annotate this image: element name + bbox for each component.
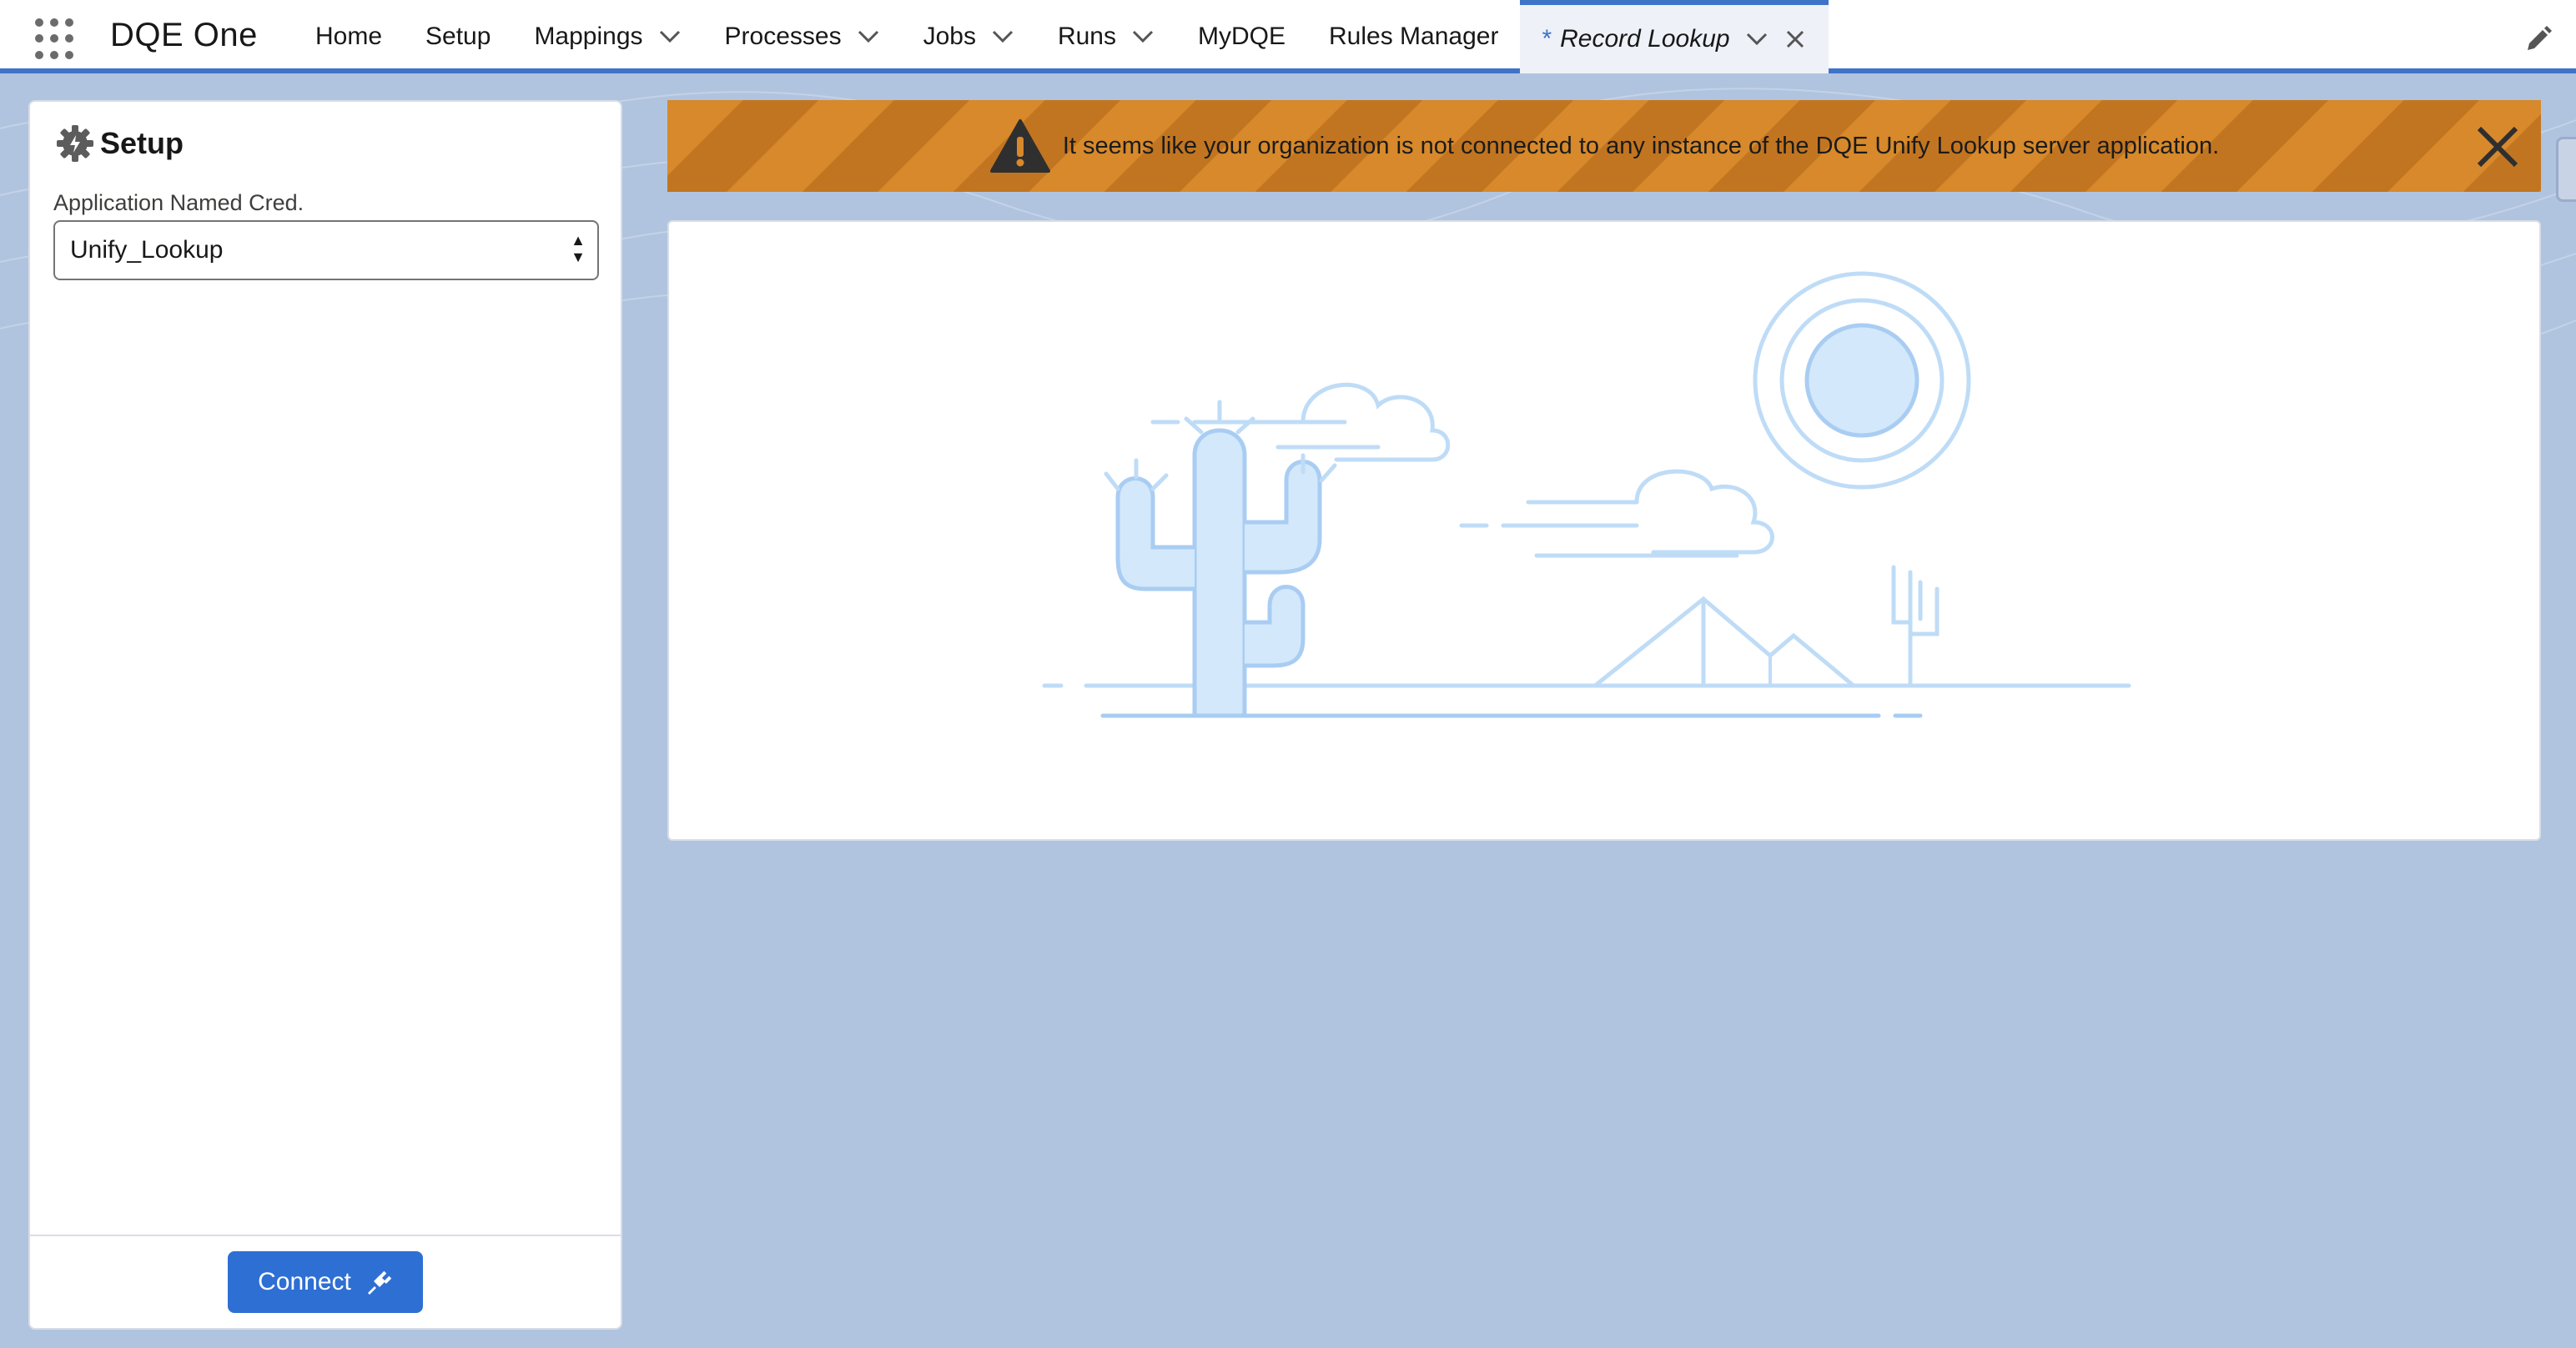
tab-label: Setup: [425, 23, 491, 50]
panel-footer: Connect: [30, 1235, 621, 1328]
tab-rules-manager[interactable]: Rules Manager: [1307, 0, 1520, 73]
desert-illustration: [1042, 271, 2131, 718]
tab-label: Record Lookup: [1560, 25, 1730, 53]
pencil-icon[interactable]: [2524, 25, 2553, 53]
connect-button-label: Connect: [258, 1268, 351, 1295]
tab-label: Runs: [1057, 23, 1116, 50]
tab-jobs[interactable]: Jobs: [902, 0, 1036, 73]
tab-mappings[interactable]: Mappings: [512, 0, 702, 73]
tab-record-lookup[interactable]: * Record Lookup: [1520, 0, 1829, 73]
select-arrows-icon: ▲ ▼: [571, 232, 586, 265]
tab-processes[interactable]: Processes: [703, 0, 902, 73]
chevron-down-icon[interactable]: [857, 25, 880, 48]
chevron-down-icon[interactable]: [1131, 25, 1155, 48]
panel-header: Setup: [53, 120, 184, 167]
app-name: DQE One: [110, 17, 258, 53]
tab-label: Jobs: [923, 23, 976, 50]
gear-icon: [57, 125, 93, 162]
utility-side-tab[interactable]: [2556, 137, 2576, 202]
chevron-down-icon[interactable]: [991, 25, 1014, 48]
tab-label: Rules Manager: [1329, 23, 1499, 50]
global-nav-bar: DQE One Home Setup Mappings Processes Jo…: [0, 0, 2576, 73]
named-credential-label: Application Named Cred.: [53, 190, 304, 215]
tab-label: Home: [315, 23, 383, 50]
tab-runs[interactable]: Runs: [1036, 0, 1176, 73]
named-credential-select[interactable]: Unify_Lookup ▲ ▼: [53, 220, 599, 280]
close-tab-icon[interactable]: [1784, 28, 1807, 51]
empty-state-card: [667, 220, 2541, 841]
panel-title: Setup: [100, 126, 184, 160]
tab-label: Processes: [724, 23, 842, 50]
unsaved-marker: *: [1542, 25, 1552, 53]
nav-tabs: Home Setup Mappings Processes Jobs Runs: [294, 0, 1829, 73]
tab-label: Mappings: [534, 23, 643, 50]
plug-icon: [367, 1270, 392, 1295]
banner-message: It seems like your organization is not c…: [1062, 132, 2220, 159]
app-launcher-waffle-icon[interactable]: [35, 18, 77, 60]
connect-button[interactable]: Connect: [228, 1251, 423, 1313]
select-value: Unify_Lookup: [70, 236, 224, 264]
tab-setup[interactable]: Setup: [404, 0, 512, 73]
tab-label: MyDQE: [1198, 23, 1285, 50]
chevron-down-icon[interactable]: [658, 25, 682, 48]
tab-mydqe[interactable]: MyDQE: [1176, 0, 1307, 73]
close-icon[interactable]: [2476, 125, 2519, 168]
chevron-down-icon[interactable]: [1745, 28, 1768, 51]
warning-banner: It seems like your organization is not c…: [667, 100, 2541, 192]
tab-home[interactable]: Home: [294, 0, 404, 73]
warning-icon: [989, 119, 1050, 173]
setup-panel: Setup Application Named Cred. Unify_Look…: [28, 100, 622, 1330]
